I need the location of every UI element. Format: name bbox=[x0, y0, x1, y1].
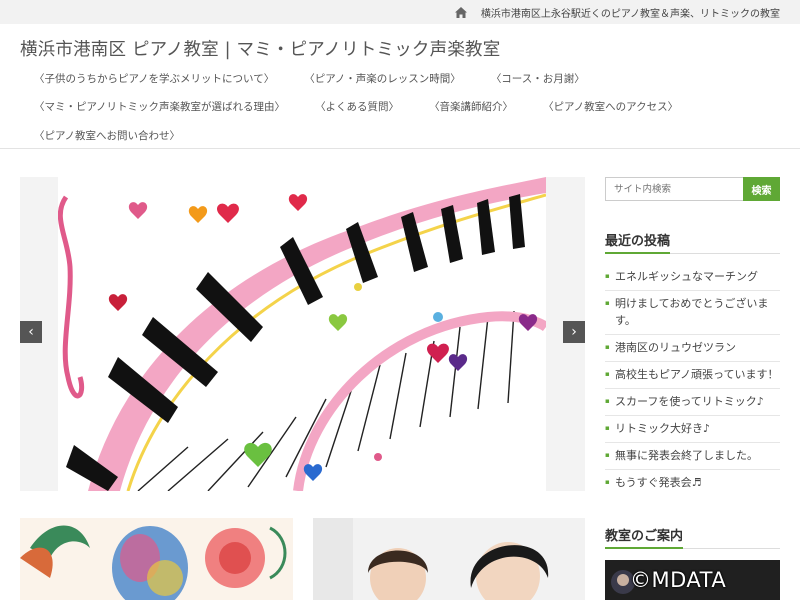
recent-posts-title: 最近の投稿 bbox=[605, 230, 671, 254]
list-item[interactable]: 無事に発表会終了しました。 bbox=[605, 443, 780, 470]
home-icon[interactable] bbox=[454, 6, 467, 18]
nav-item-lesson-hours[interactable]: 〈ピアノ・声楽のレッスン時間〉 bbox=[304, 71, 461, 86]
nav-row-1: 〈子供のうちからピアノを学ぶメリットについて〉 〈ピアノ・声楽のレッスン時間〉 … bbox=[20, 64, 760, 93]
teacher-child-photo bbox=[313, 518, 585, 600]
nav-item-teachers[interactable]: 〈音楽講師紹介〉 bbox=[429, 99, 513, 114]
piano-keyboard-illustration bbox=[58, 177, 546, 491]
floral-illustration bbox=[20, 518, 293, 600]
search-button[interactable]: 検索 bbox=[743, 177, 780, 201]
nav-item-access[interactable]: 〈ピアノ教室へのアクセス〉 bbox=[543, 99, 678, 114]
slider-next-button[interactable]: › bbox=[563, 321, 585, 343]
site-title[interactable]: 横浜市港南区 ピアノ教室 | マミ・ピアノリトミック声楽教室 bbox=[20, 36, 500, 61]
nav-item-merits[interactable]: 〈子供のうちからピアノを学ぶメリットについて〉 bbox=[34, 71, 274, 86]
search-form: 検索 bbox=[605, 177, 780, 201]
list-item[interactable]: 高校生もピアノ頑張っています！ bbox=[605, 362, 780, 389]
list-item[interactable]: エネルギッシュなマーチング bbox=[605, 264, 780, 291]
list-item[interactable]: スカーフを使ってリトミック♪ bbox=[605, 389, 780, 416]
top-bar: 横浜市港南区上永谷駅近くのピアノ教室＆声楽、リトミックの教室 bbox=[0, 0, 800, 24]
chevron-right-icon: › bbox=[571, 324, 577, 340]
sidebar: 検索 bbox=[605, 177, 780, 201]
breadcrumb: 横浜市港南区上永谷駅近くのピアノ教室＆声楽、リトミックの教室 bbox=[454, 0, 780, 24]
copyright-watermark: ©MDATA bbox=[630, 568, 727, 592]
nav-row-3: 〈ピアノ教室へお問い合わせ〉 bbox=[20, 121, 760, 150]
nav-item-contact[interactable]: 〈ピアノ教室へお問い合わせ〉 bbox=[34, 128, 180, 143]
header-divider bbox=[0, 148, 800, 149]
nav-item-course-fees[interactable]: 〈コース・お月謝〉 bbox=[491, 71, 585, 86]
guide-title: 教室のご案内 bbox=[605, 525, 684, 549]
hero-slider[interactable]: ‹ › bbox=[20, 177, 585, 491]
site-tagline: 横浜市港南区上永谷駅近くのピアノ教室＆声楽、リトミックの教室 bbox=[480, 8, 780, 20]
recent-posts-list: エネルギッシュなマーチング 明けましておめでとうございます。 港南区のリュウゼツ… bbox=[605, 264, 780, 496]
nav-row-2: 〈マミ・ピアノリトミック声楽教室が選ばれる理由〉 〈よくある質問〉 〈音楽講師紹… bbox=[20, 93, 760, 122]
post-thumbnail-floral[interactable] bbox=[20, 518, 293, 600]
nav-item-reasons[interactable]: 〈マミ・ピアノリトミック声楽教室が選ばれる理由〉 bbox=[34, 99, 285, 114]
list-item[interactable]: 明けましておめでとうございます。 bbox=[605, 291, 780, 335]
slider-prev-button[interactable]: ‹ bbox=[20, 321, 42, 343]
list-item[interactable]: 港南区のリュウゼツラン bbox=[605, 335, 780, 362]
list-item[interactable]: もうすぐ発表会♬ bbox=[605, 470, 780, 496]
list-item[interactable]: リトミック大好き♪ bbox=[605, 416, 780, 443]
search-input[interactable] bbox=[605, 177, 743, 201]
chevron-left-icon: ‹ bbox=[28, 324, 34, 340]
nav-item-faq[interactable]: 〈よくある質問〉 bbox=[315, 99, 399, 114]
post-thumbnail-photo[interactable] bbox=[313, 518, 585, 600]
main-navigation: 〈子供のうちからピアノを学ぶメリットについて〉 〈ピアノ・声楽のレッスン時間〉 … bbox=[0, 64, 800, 150]
